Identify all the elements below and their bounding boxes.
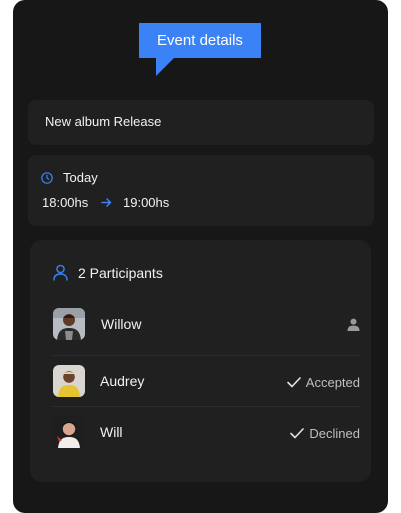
- avatar: [53, 308, 85, 340]
- event-time-card[interactable]: Today 18:00hs 19:00hs: [28, 155, 374, 226]
- participant-row[interactable]: Audrey Accepted: [53, 355, 360, 406]
- event-title-card[interactable]: New album Release: [28, 100, 374, 145]
- status-badge: Accepted: [286, 375, 360, 390]
- event-details-tooltip: Event details: [139, 23, 261, 58]
- check-icon: [286, 377, 301, 388]
- person-icon: [53, 264, 68, 281]
- status-label: Accepted: [305, 375, 360, 390]
- participant-row[interactable]: Will Declined: [53, 406, 360, 457]
- participants-card: 2 Participants Willow Audrey Accepted Wi…: [30, 240, 371, 482]
- participant-name: Will: [100, 424, 123, 440]
- participant-name: Willow: [101, 316, 142, 332]
- avatar: [53, 416, 85, 448]
- status-badge: Declined: [290, 426, 360, 441]
- end-time: 19:00hs: [123, 195, 170, 210]
- participant-row[interactable]: Willow: [53, 302, 360, 352]
- avatar: [53, 365, 85, 397]
- participant-name: Audrey: [100, 373, 145, 389]
- clock-icon: [41, 172, 53, 184]
- check-icon: [290, 428, 305, 439]
- event-panel: Event details New album Release Today 18…: [13, 0, 388, 513]
- event-day: Today: [63, 170, 98, 185]
- arrow-right-icon: [101, 198, 112, 207]
- tooltip-tail: [156, 58, 174, 76]
- user-icon: [347, 318, 360, 331]
- event-title: New album Release: [45, 114, 162, 129]
- start-time: 18:00hs: [42, 195, 89, 210]
- status-label: Declined: [309, 426, 360, 441]
- participants-heading: 2 Participants: [78, 265, 163, 281]
